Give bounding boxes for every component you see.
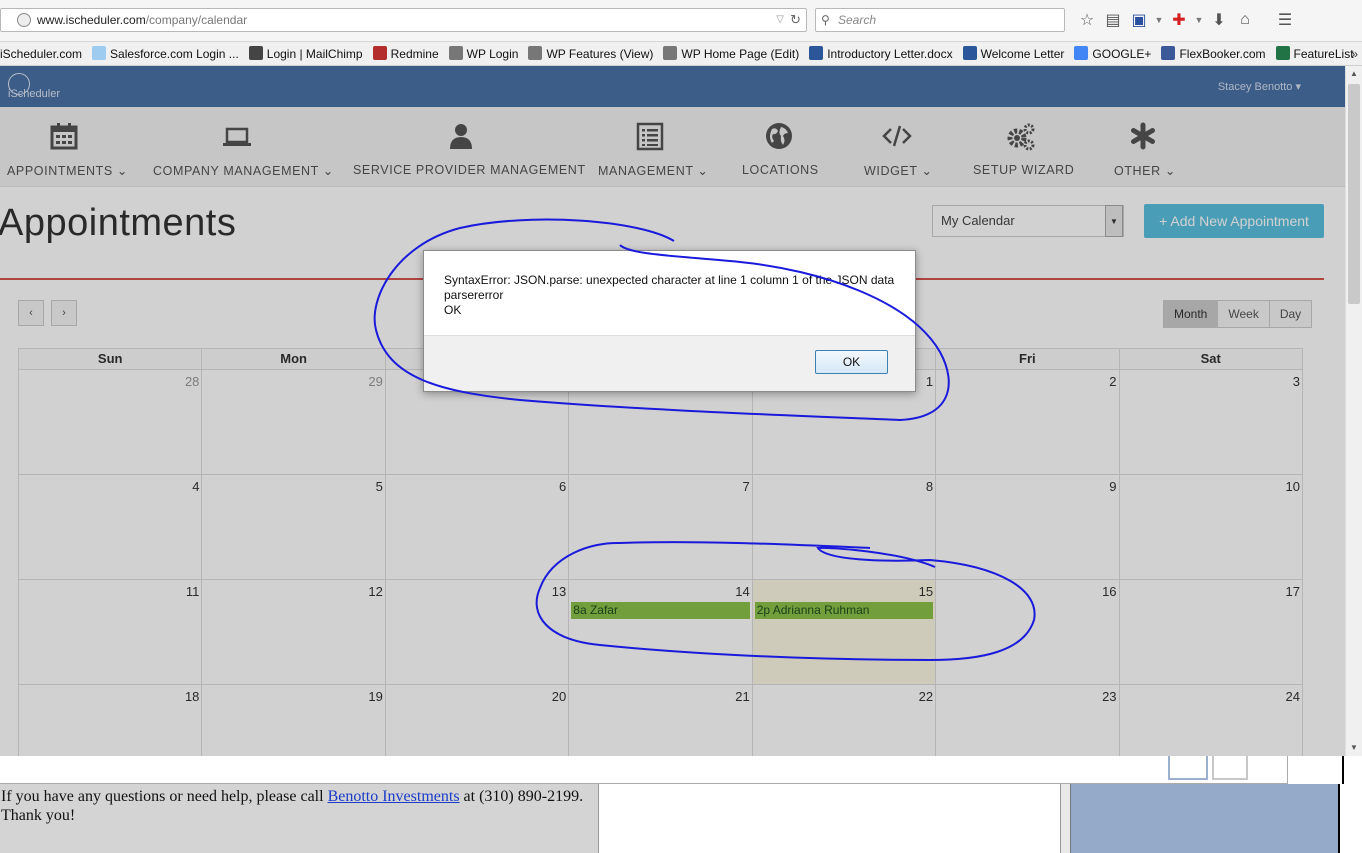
reload-icon[interactable]: ↻ — [790, 9, 801, 31]
bookmark-item[interactable]: WP Features (View) — [522, 42, 657, 65]
bookmark-label: FlexBooker.com — [1179, 47, 1266, 61]
globe-icon — [17, 13, 31, 27]
bookmark-item[interactable]: Introductory Letter.docx — [803, 42, 956, 65]
ok-button[interactable]: OK — [815, 350, 888, 374]
download-icon[interactable]: ⬇ — [1206, 8, 1232, 32]
bookmark-favicon-icon — [448, 46, 463, 60]
bookmark-item[interactable]: Welcome Letter — [957, 42, 1069, 65]
url-path: /company/calendar — [145, 13, 248, 27]
addon-dropdown-icon[interactable]: ▼ — [1192, 8, 1206, 32]
email-help-text: If you have any questions or need help, … — [0, 784, 599, 853]
email-top-strip — [0, 756, 1288, 784]
bookmark-item[interactable]: Salesforce.com Login ... — [86, 42, 243, 65]
modal-backdrop — [0, 66, 1345, 756]
window-edge — [1338, 784, 1362, 853]
bookmark-label: GOOGLE+ — [1092, 47, 1152, 61]
bookmark-label: WP Login — [466, 47, 519, 61]
save-icon[interactable]: ▣ — [1126, 8, 1152, 32]
email-side-panel — [1070, 784, 1338, 853]
bookmarks-bar: iScheduler.com Salesforce.com Login ... Lo… — [0, 42, 1362, 66]
app-viewport: iScheduler Stacey Benotto ▾ APPOINTMENTS… — [0, 66, 1345, 756]
bookmark-label: Welcome Letter — [980, 47, 1065, 61]
scroll-up-icon[interactable]: ▲ — [1346, 66, 1362, 82]
window-edge-mark — [1168, 756, 1208, 780]
url-host: www.ischeduler.com — [37, 13, 146, 27]
screen: { "browser": { "url_host": "www.ischedul… — [0, 0, 1362, 853]
bookmark-favicon-icon — [1074, 46, 1089, 60]
chevron-down-icon[interactable]: ▽ — [776, 9, 784, 31]
bookmark-favicon-icon — [1275, 46, 1290, 60]
bookmark-item[interactable]: FlexBooker.com — [1155, 42, 1269, 65]
bookmark-star-icon[interactable]: ☆ — [1074, 8, 1100, 32]
bookmark-label: Salesforce.com Login ... — [110, 47, 239, 61]
email-window-fragment: If you have any questions or need help, … — [0, 756, 1362, 853]
bookmarks-more-button[interactable]: » — [1351, 42, 1358, 65]
bookmark-favicon-icon — [809, 46, 824, 60]
alert-footer: OK — [424, 335, 915, 391]
bookmark-favicon-icon — [92, 46, 107, 60]
search-input[interactable]: ⚲ Search — [815, 8, 1065, 32]
alert-message-line: SyntaxError: JSON.parse: unexpected char… — [444, 273, 895, 287]
bookmark-item[interactable]: iScheduler.com — [0, 42, 86, 65]
search-icon: ⚲ — [821, 13, 830, 27]
bookmark-favicon-icon — [248, 46, 263, 60]
panel-gap — [1061, 784, 1070, 853]
bookmark-label: FeatureList — [1293, 47, 1354, 61]
scrollbar-thumb[interactable] — [1348, 84, 1360, 304]
home-icon[interactable]: ⌂ — [1232, 8, 1258, 32]
bookmark-item[interactable]: Redmine — [367, 42, 443, 65]
alert-message: SyntaxError: JSON.parse: unexpected char… — [444, 273, 901, 318]
bookmark-favicon-icon — [372, 46, 387, 60]
bookmark-label: iScheduler.com — [0, 47, 83, 61]
bookmark-label: WP Features (View) — [546, 47, 654, 61]
search-placeholder: Search — [838, 13, 877, 27]
bookmark-favicon-icon — [962, 46, 977, 60]
bookmark-item[interactable]: WP Login — [443, 42, 523, 65]
scroll-down-icon[interactable]: ▼ — [1346, 740, 1362, 756]
email-blank-panel — [599, 784, 1061, 853]
save-dropdown-icon[interactable]: ▼ — [1152, 8, 1166, 32]
window-edge — [1342, 756, 1362, 784]
hamburger-menu-icon[interactable]: ☰ — [1272, 8, 1298, 32]
browser-toolbar: www.ischeduler.com/company/calendar ▽ ↻ … — [0, 0, 1362, 42]
bookmark-item[interactable]: FeatureList — [1270, 42, 1358, 65]
benotto-investments-link[interactable]: Benotto Investments — [328, 788, 460, 805]
help-text-before: If you have any questions or need help, … — [1, 788, 328, 805]
alert-dialog: SyntaxError: JSON.parse: unexpected char… — [423, 250, 916, 392]
bookmark-label: WP Home Page (Edit) — [681, 47, 800, 61]
bookmark-favicon-icon — [1161, 46, 1176, 60]
bookmark-label: Introductory Letter.docx — [827, 47, 953, 61]
bookmark-item[interactable]: Login | MailChimp — [243, 42, 367, 65]
vertical-scrollbar[interactable]: ▲ ▼ — [1345, 66, 1362, 756]
bookmark-favicon-icon — [528, 46, 543, 60]
toolbar-icons: ☆ ▤ ▣ ▼ ✚ ▼ ⬇ ⌂ ☰ — [1074, 8, 1298, 32]
bookmark-favicon-icon — [663, 46, 678, 60]
bookmark-item[interactable]: WP Home Page (Edit) — [657, 42, 803, 65]
bookmark-label: Redmine — [390, 47, 439, 61]
alert-message-line: parsererror — [444, 288, 504, 302]
bookmark-label: Login | MailChimp — [266, 47, 363, 61]
addon-icon[interactable]: ✚ — [1166, 8, 1192, 32]
url-bar[interactable]: www.ischeduler.com/company/calendar ▽ ↻ — [0, 8, 807, 32]
bookmark-item[interactable]: GOOGLE+ — [1068, 42, 1155, 65]
alert-message-line: OK — [444, 303, 462, 317]
reading-list-icon[interactable]: ▤ — [1100, 8, 1126, 32]
window-edge-mark — [1212, 756, 1248, 780]
